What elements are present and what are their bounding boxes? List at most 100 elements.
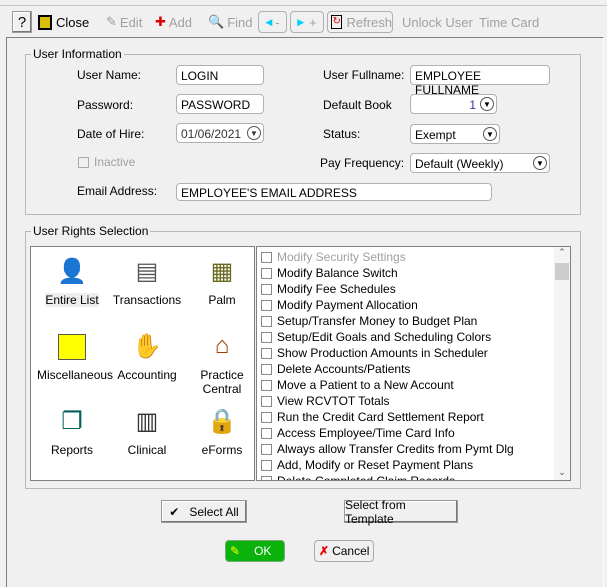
category-miscellaneous[interactable]: Miscellaneous [37, 330, 113, 382]
rights-list-item[interactable]: Setup/Transfer Money to Budget Plan [261, 313, 477, 329]
category-palm[interactable]: ▦ Palm [187, 255, 257, 308]
chart-icon: ▥ [135, 407, 159, 435]
category-reports[interactable]: ❐ Reports [37, 405, 107, 458]
refresh-icon: ↻ [331, 15, 343, 29]
category-eforms[interactable]: 🔒 eForms [187, 405, 257, 458]
chevron-down-icon[interactable]: ▼ [483, 127, 497, 141]
pencil-x-icon: ✗ [319, 544, 330, 558]
checkbox-icon[interactable] [261, 283, 272, 295]
rights-list-item[interactable]: Modify Fee Schedules [261, 281, 396, 297]
rights-list-item[interactable]: Run the Credit Card Settlement Report [261, 409, 484, 425]
edit-button[interactable]: ✎ Edit [106, 11, 142, 33]
add-button[interactable]: ✚ Add [155, 11, 192, 33]
chevron-down-icon[interactable]: ▼ [533, 156, 547, 170]
pay-frequency-select[interactable]: Default (Weekly) ▼ [410, 153, 550, 173]
fullname-label: User Fullname: [323, 68, 405, 82]
fullname-input[interactable]: EMPLOYEE FULLNAME [410, 65, 550, 97]
select-all-button[interactable]: ✔ Select All [161, 500, 247, 523]
user-name-label: User Name: [77, 68, 142, 82]
checkbox-icon[interactable] [261, 427, 272, 439]
refresh-button[interactable]: ↻ Refresh [327, 11, 393, 33]
checkbox-icon[interactable] [261, 267, 272, 279]
rights-list-item[interactable]: Always allow Transfer Credits from Pymt … [261, 441, 514, 457]
checkbox-icon[interactable] [261, 395, 272, 407]
rights-list-item[interactable]: Modify Security Settings [261, 249, 406, 265]
rights-list-item[interactable]: Move a Patient to a New Account [261, 377, 454, 393]
password-input[interactable]: PASSWORD [176, 94, 264, 114]
checkbox-icon[interactable] [261, 475, 272, 480]
reports-icon: ❐ [61, 407, 83, 435]
category-transactions[interactable]: ▤ Transactions [112, 255, 182, 308]
rights-list-item[interactable]: Show Production Amounts in Scheduler [261, 345, 488, 361]
rights-list-item[interactable]: View RCVTOT Totals [261, 393, 390, 409]
rights-list-item[interactable]: Modify Payment Allocation [261, 297, 418, 313]
house-icon: ⌂ [214, 332, 230, 359]
clipboard-lock-icon: 🔒 [207, 407, 237, 435]
arrow-left-icon: ◀ [265, 16, 273, 27]
chevron-down-icon[interactable]: ▼ [480, 97, 494, 111]
rights-list: ⌃ ⌄ Modify Security Settings Modify Balan… [256, 246, 571, 481]
scroll-down-icon[interactable]: ⌄ [554, 467, 570, 478]
prev-button[interactable]: ◀ - [258, 11, 287, 33]
password-label: Password: [77, 98, 134, 112]
hire-date-picker[interactable]: 01/06/2021 ▼ [176, 123, 264, 143]
next-button[interactable]: ▶ + [290, 11, 324, 33]
email-label: Email Address: [77, 184, 158, 198]
category-panel: 👤 Entire List ▤ Transactions ▦ Palm Miscellane… [30, 246, 255, 481]
category-entire-list[interactable]: 👤 Entire List [37, 255, 107, 307]
find-button[interactable]: 🔍 Find [208, 11, 252, 33]
close-button[interactable]: Close [38, 11, 89, 33]
rights-list-item[interactable]: Access Employee/Time Card Info [261, 425, 455, 441]
checkbox-icon[interactable] [261, 251, 272, 263]
rights-list-item[interactable]: Setup/Edit Goals and Scheduling Colors [261, 329, 491, 345]
person-icon: 👤 [57, 257, 87, 285]
default-book-select[interactable]: 1 ▼ [410, 94, 497, 114]
rights-list-item[interactable]: Delete Accounts/Patients [261, 361, 410, 377]
checkbox-icon [78, 156, 89, 168]
user-name-input[interactable]: LOGIN [176, 65, 264, 85]
email-input[interactable]: EMPLOYEE'S EMAIL ADDRESS [176, 183, 492, 201]
checkbox-icon[interactable] [261, 363, 272, 375]
check-icon: ✔ [169, 504, 180, 519]
default-book-label: Default Book [323, 98, 392, 112]
rights-list-item[interactable]: Modify Balance Switch [261, 265, 398, 281]
checkbox-icon[interactable] [261, 379, 272, 391]
inactive-checkbox[interactable]: Inactive [78, 155, 135, 169]
rights-list-item[interactable]: Delete Completed Claim Records [261, 473, 455, 480]
checkbox-icon[interactable] [261, 331, 272, 343]
register-icon: ▤ [135, 257, 159, 285]
find-icon: 🔍 [208, 14, 225, 29]
edit-icon: ✎ [106, 14, 117, 29]
category-accounting[interactable]: ✋ Accounting [112, 330, 182, 383]
help-button[interactable]: ? [12, 11, 32, 33]
rights-list-item[interactable]: Add, Modify or Reset Payment Plans [261, 457, 473, 473]
status-select[interactable]: Exempt ▼ [410, 124, 500, 144]
hire-date-label: Date of Hire: [77, 127, 145, 141]
checkbox-icon[interactable] [261, 315, 272, 327]
time-card-button[interactable]: Time Card [479, 11, 539, 33]
scroll-thumb[interactable] [555, 263, 569, 280]
calculator-icon: ✋ [132, 332, 162, 360]
category-practice-central[interactable]: ⌂ Practice Central [187, 330, 257, 396]
add-icon: ✚ [155, 14, 166, 29]
category-clinical[interactable]: ▥ Clinical [112, 405, 182, 458]
checkbox-icon[interactable] [261, 459, 272, 471]
unlock-user-button[interactable]: Unlock User [402, 11, 473, 33]
checkbox-icon[interactable] [261, 347, 272, 359]
pda-icon: ▦ [210, 257, 234, 285]
arrow-right-icon: ▶ [297, 16, 305, 27]
scroll-up-icon[interactable]: ⌃ [554, 247, 570, 263]
folder-icon [58, 334, 86, 360]
cancel-button[interactable]: ✗ Cancel [314, 540, 374, 562]
checkbox-icon[interactable] [261, 411, 272, 423]
scrollbar[interactable]: ⌃ ⌄ [554, 247, 570, 480]
select-from-template-button[interactable]: Select from Template [344, 498, 458, 526]
pencil-check-icon: ✎ [230, 544, 241, 558]
checkbox-icon[interactable] [261, 443, 272, 455]
ok-button[interactable]: ✎ OK [225, 540, 285, 562]
status-label: Status: [323, 127, 361, 141]
close-icon [38, 14, 52, 30]
checkbox-icon[interactable] [261, 299, 272, 311]
chevron-down-icon[interactable]: ▼ [247, 126, 261, 140]
pay-frequency-label: Pay Frequency: [320, 156, 405, 170]
